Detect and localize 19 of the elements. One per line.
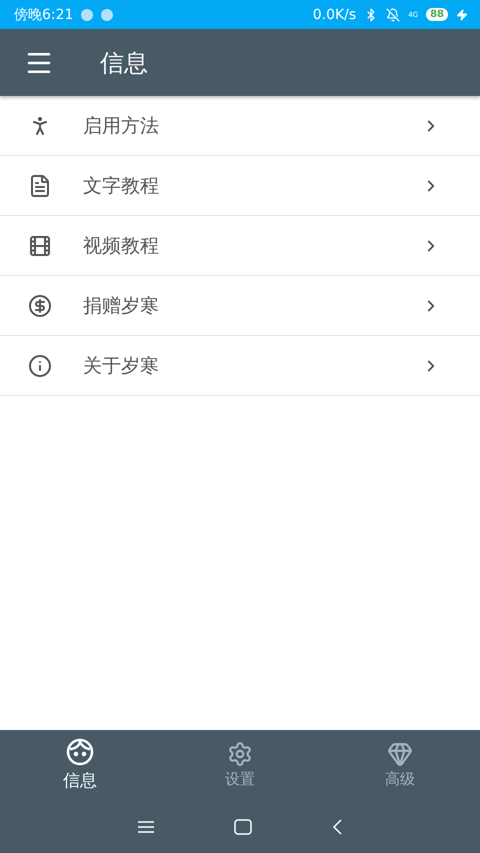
app-title: 信息	[100, 48, 148, 78]
face-icon	[66, 738, 94, 766]
nav-tab[interactable]: 信息	[0, 730, 160, 800]
mute-icon	[386, 8, 400, 22]
network-speed: 0.0K/s	[312, 6, 356, 22]
back-icon[interactable]	[332, 818, 342, 834]
status-time: 傍晚6:21	[14, 6, 74, 24]
document-icon	[28, 174, 52, 198]
battery-level: 88	[426, 8, 448, 21]
film-icon	[28, 234, 52, 258]
charging-icon	[456, 8, 468, 20]
notification-icon	[81, 8, 94, 20]
notification-icon	[101, 8, 114, 20]
settings-icon	[227, 741, 253, 767]
recents-icon[interactable]	[138, 820, 154, 834]
dollar-icon	[28, 294, 52, 318]
diamond-icon	[387, 741, 413, 767]
home-icon[interactable]	[234, 818, 252, 834]
info-icon	[28, 354, 52, 378]
